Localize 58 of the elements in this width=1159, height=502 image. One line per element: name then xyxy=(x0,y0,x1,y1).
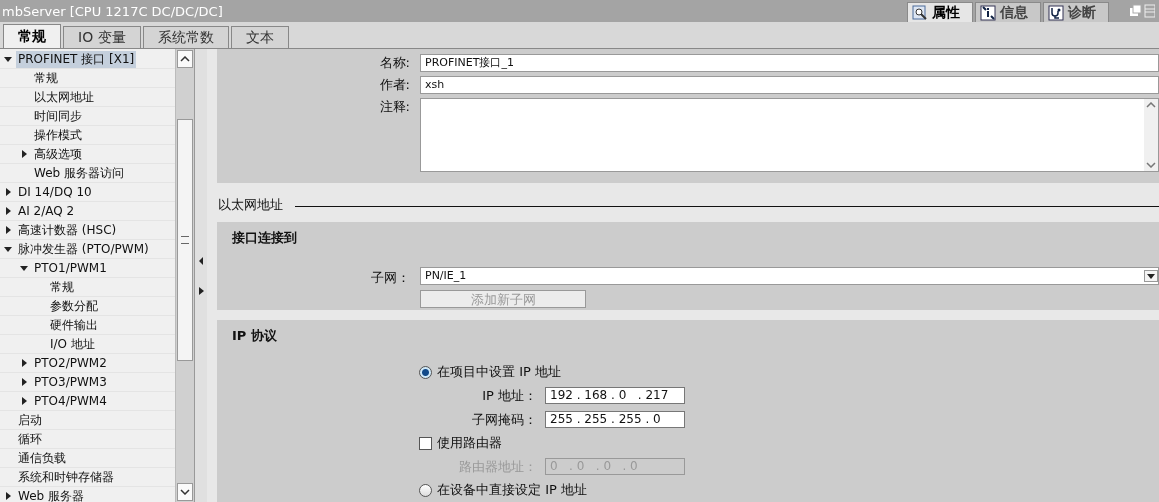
subnet-dropdown[interactable]: PN/IE_1 xyxy=(420,266,1159,285)
tree-item[interactable]: PTO1/PWM1 xyxy=(0,259,175,278)
collapse-left-icon[interactable] xyxy=(198,256,204,265)
panel-title: IP 协议 xyxy=(232,327,278,345)
tab[interactable]: 常规 xyxy=(3,24,61,48)
comment-field[interactable] xyxy=(420,98,1159,172)
inspector-tab[interactable]: 诊断 xyxy=(1043,2,1109,22)
section-heading: 以太网地址 xyxy=(218,195,283,214)
tab[interactable]: 文本 xyxy=(230,26,289,48)
collapsed-icon[interactable] xyxy=(20,359,28,367)
tree-item[interactable]: 高级选项 xyxy=(0,145,175,164)
radio-button[interactable] xyxy=(419,366,432,379)
collapsed-icon[interactable] xyxy=(4,226,12,234)
checkbox[interactable] xyxy=(419,437,432,450)
field-label: 子网掩码： xyxy=(471,411,538,429)
scroll-up-icon[interactable] xyxy=(180,56,190,62)
field-label: 作者: xyxy=(378,76,411,94)
window-title: mbServer [CPU 1217C DC/DC/DC] xyxy=(1,3,224,19)
radio-button[interactable] xyxy=(419,484,432,497)
option-label: 使用路由器 xyxy=(437,434,502,453)
expanded-icon[interactable] xyxy=(20,264,28,272)
scrollbar[interactable] xyxy=(175,49,194,502)
collapsed-icon[interactable] xyxy=(20,150,28,158)
scroll-thumb[interactable] xyxy=(177,119,193,361)
scroll-down-icon[interactable] xyxy=(180,489,190,495)
tree-item[interactable]: 高速计数器 (HSC) xyxy=(0,221,175,240)
field-label: 注释: xyxy=(378,98,411,116)
option-label: 在项目中设置 IP 地址 xyxy=(437,363,561,382)
inspector-tab[interactable]: 属性 xyxy=(907,2,973,22)
expanded-icon[interactable] xyxy=(4,245,12,253)
tree-item[interactable]: PTO2/PWM2 xyxy=(0,354,175,373)
tree-item[interactable]: PTO3/PWM3 xyxy=(0,373,175,392)
address-field[interactable]: 192 . 168 . 0 . 217 xyxy=(545,387,685,405)
collapsed-icon[interactable] xyxy=(4,492,12,500)
expanded-icon[interactable] xyxy=(4,55,12,63)
collapsed-icon[interactable] xyxy=(4,207,12,215)
field-label: 名称: xyxy=(378,54,411,72)
tab[interactable]: IO 变量 xyxy=(63,26,141,48)
field-label: IP 地址： xyxy=(481,387,538,405)
tree-item[interactable]: AI 2/AQ 2 xyxy=(0,202,175,221)
tab[interactable]: 系统常数 xyxy=(142,26,229,48)
stethoscope-icon xyxy=(1048,4,1064,21)
magnifier-icon xyxy=(912,4,928,21)
address-field[interactable]: 255 . 255 . 255 . 0 xyxy=(545,411,685,429)
field-label: 子网： xyxy=(370,268,411,287)
inspector-tab[interactable]: 信息 xyxy=(975,2,1041,22)
tree-item[interactable]: 脉冲发生器 (PTO/PWM) xyxy=(0,240,175,259)
expand-right-icon[interactable] xyxy=(198,286,204,295)
collapsed-icon[interactable] xyxy=(20,378,28,386)
author-field[interactable]: xsh xyxy=(420,76,1159,94)
info-icon xyxy=(980,4,996,21)
collapsed-icon[interactable] xyxy=(4,188,12,196)
tree-item[interactable]: DI 14/DQ 10 xyxy=(0,183,175,202)
option-label: 在设备中直接设定 IP 地址 xyxy=(437,481,587,500)
panel-title: 接口连接到 xyxy=(232,228,298,247)
name-field[interactable]: PROFINET接口_1 xyxy=(420,54,1159,72)
collapsed-icon[interactable] xyxy=(20,397,28,405)
tree-item[interactable]: PTO4/PWM4 xyxy=(0,392,175,411)
